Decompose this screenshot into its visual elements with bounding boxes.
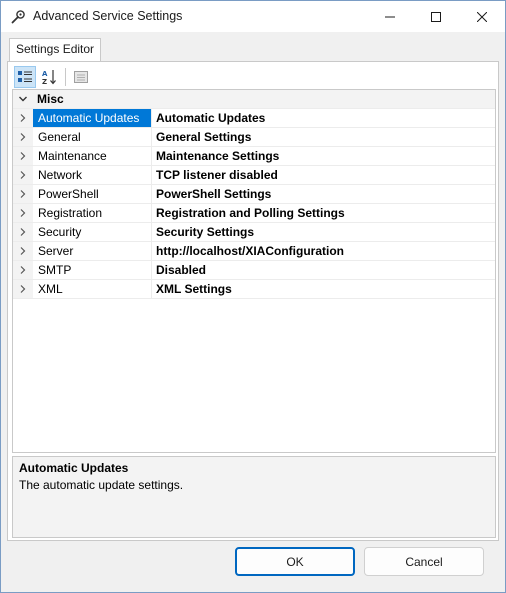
property-name[interactable]: Maintenance bbox=[33, 147, 152, 165]
close-button[interactable] bbox=[459, 1, 505, 32]
property-row-security[interactable]: Security Security Settings bbox=[13, 223, 495, 242]
close-icon bbox=[477, 11, 487, 22]
property-grid[interactable]: Misc Automatic Updates Automatic Updates… bbox=[12, 89, 496, 453]
property-name[interactable]: XML bbox=[33, 280, 152, 298]
svg-text:Z: Z bbox=[42, 78, 47, 85]
categorized-view-icon bbox=[18, 71, 32, 82]
chevron-right-icon[interactable] bbox=[13, 147, 33, 165]
property-value[interactable]: Security Settings bbox=[152, 223, 495, 241]
chevron-right-icon[interactable] bbox=[13, 223, 33, 241]
chevron-right-icon[interactable] bbox=[13, 166, 33, 184]
property-pages-button[interactable] bbox=[70, 66, 92, 88]
settings-panel: A Z Misc Automatic Updates Automatic Upd… bbox=[7, 61, 499, 541]
property-value[interactable]: Registration and Polling Settings bbox=[152, 204, 495, 222]
property-row-automatic-updates[interactable]: Automatic Updates Automatic Updates bbox=[13, 109, 495, 128]
description-pane: Automatic Updates The automatic update s… bbox=[12, 456, 496, 538]
categorized-view-button[interactable] bbox=[14, 66, 36, 88]
alphabetical-sort-button[interactable]: A Z bbox=[38, 66, 60, 88]
property-row-maintenance[interactable]: Maintenance Maintenance Settings bbox=[13, 147, 495, 166]
property-grid-toolbar: A Z bbox=[14, 65, 94, 89]
tab-settings-editor[interactable]: Settings Editor bbox=[9, 38, 101, 62]
property-name[interactable]: Registration bbox=[33, 204, 152, 222]
property-row-network[interactable]: Network TCP listener disabled bbox=[13, 166, 495, 185]
property-row-smtp[interactable]: SMTP Disabled bbox=[13, 261, 495, 280]
property-name[interactable]: Security bbox=[33, 223, 152, 241]
chevron-right-icon[interactable] bbox=[13, 185, 33, 203]
maximize-button[interactable] bbox=[413, 1, 459, 32]
description-text: The automatic update settings. bbox=[19, 478, 184, 492]
window-title: Advanced Service Settings bbox=[33, 9, 183, 23]
wrench-icon bbox=[10, 9, 26, 25]
property-value[interactable]: Automatic Updates bbox=[152, 109, 495, 127]
property-row-powershell[interactable]: PowerShell PowerShell Settings bbox=[13, 185, 495, 204]
minimize-icon bbox=[385, 16, 395, 17]
property-row-server[interactable]: Server http://localhost/XIAConfiguration bbox=[13, 242, 495, 261]
property-value[interactable]: http://localhost/XIAConfiguration bbox=[152, 242, 495, 260]
chevron-right-icon[interactable] bbox=[13, 204, 33, 222]
chevron-down-icon[interactable] bbox=[13, 94, 33, 104]
dialog-window: Advanced Service Settings Settings Edito… bbox=[0, 0, 506, 593]
property-name[interactable]: PowerShell bbox=[33, 185, 152, 203]
property-row-general[interactable]: General General Settings bbox=[13, 128, 495, 147]
description-title: Automatic Updates bbox=[19, 461, 129, 475]
maximize-icon bbox=[431, 11, 441, 22]
chevron-right-icon[interactable] bbox=[13, 242, 33, 260]
property-value[interactable]: Disabled bbox=[152, 261, 495, 279]
property-value[interactable]: Maintenance Settings bbox=[152, 147, 495, 165]
property-pages-icon bbox=[74, 71, 88, 83]
property-value[interactable]: General Settings bbox=[152, 128, 495, 146]
chevron-right-icon[interactable] bbox=[13, 261, 33, 279]
property-name[interactable]: General bbox=[33, 128, 152, 146]
category-label: Misc bbox=[37, 92, 64, 106]
svg-text:A: A bbox=[42, 70, 48, 78]
property-row-registration[interactable]: Registration Registration and Polling Se… bbox=[13, 204, 495, 223]
category-row-misc[interactable]: Misc bbox=[13, 90, 495, 109]
property-value[interactable]: PowerShell Settings bbox=[152, 185, 495, 203]
ok-button[interactable]: OK bbox=[235, 547, 355, 576]
sort-alphabetical-icon: A Z bbox=[42, 70, 56, 85]
cancel-button[interactable]: Cancel bbox=[364, 547, 484, 576]
property-value[interactable]: XML Settings bbox=[152, 280, 495, 298]
chevron-right-icon[interactable] bbox=[13, 280, 33, 298]
tab-strip: Settings Editor bbox=[1, 32, 505, 62]
property-name[interactable]: Server bbox=[33, 242, 152, 260]
toolbar-separator bbox=[65, 68, 66, 86]
property-name[interactable]: SMTP bbox=[33, 261, 152, 279]
property-row-xml[interactable]: XML XML Settings bbox=[13, 280, 495, 299]
property-value[interactable]: TCP listener disabled bbox=[152, 166, 495, 184]
chevron-right-icon[interactable] bbox=[13, 128, 33, 146]
property-name[interactable]: Network bbox=[33, 166, 152, 184]
property-name[interactable]: Automatic Updates bbox=[33, 109, 152, 127]
minimize-button[interactable] bbox=[367, 1, 413, 32]
chevron-right-icon[interactable] bbox=[13, 109, 33, 127]
title-bar[interactable]: Advanced Service Settings bbox=[1, 1, 505, 32]
